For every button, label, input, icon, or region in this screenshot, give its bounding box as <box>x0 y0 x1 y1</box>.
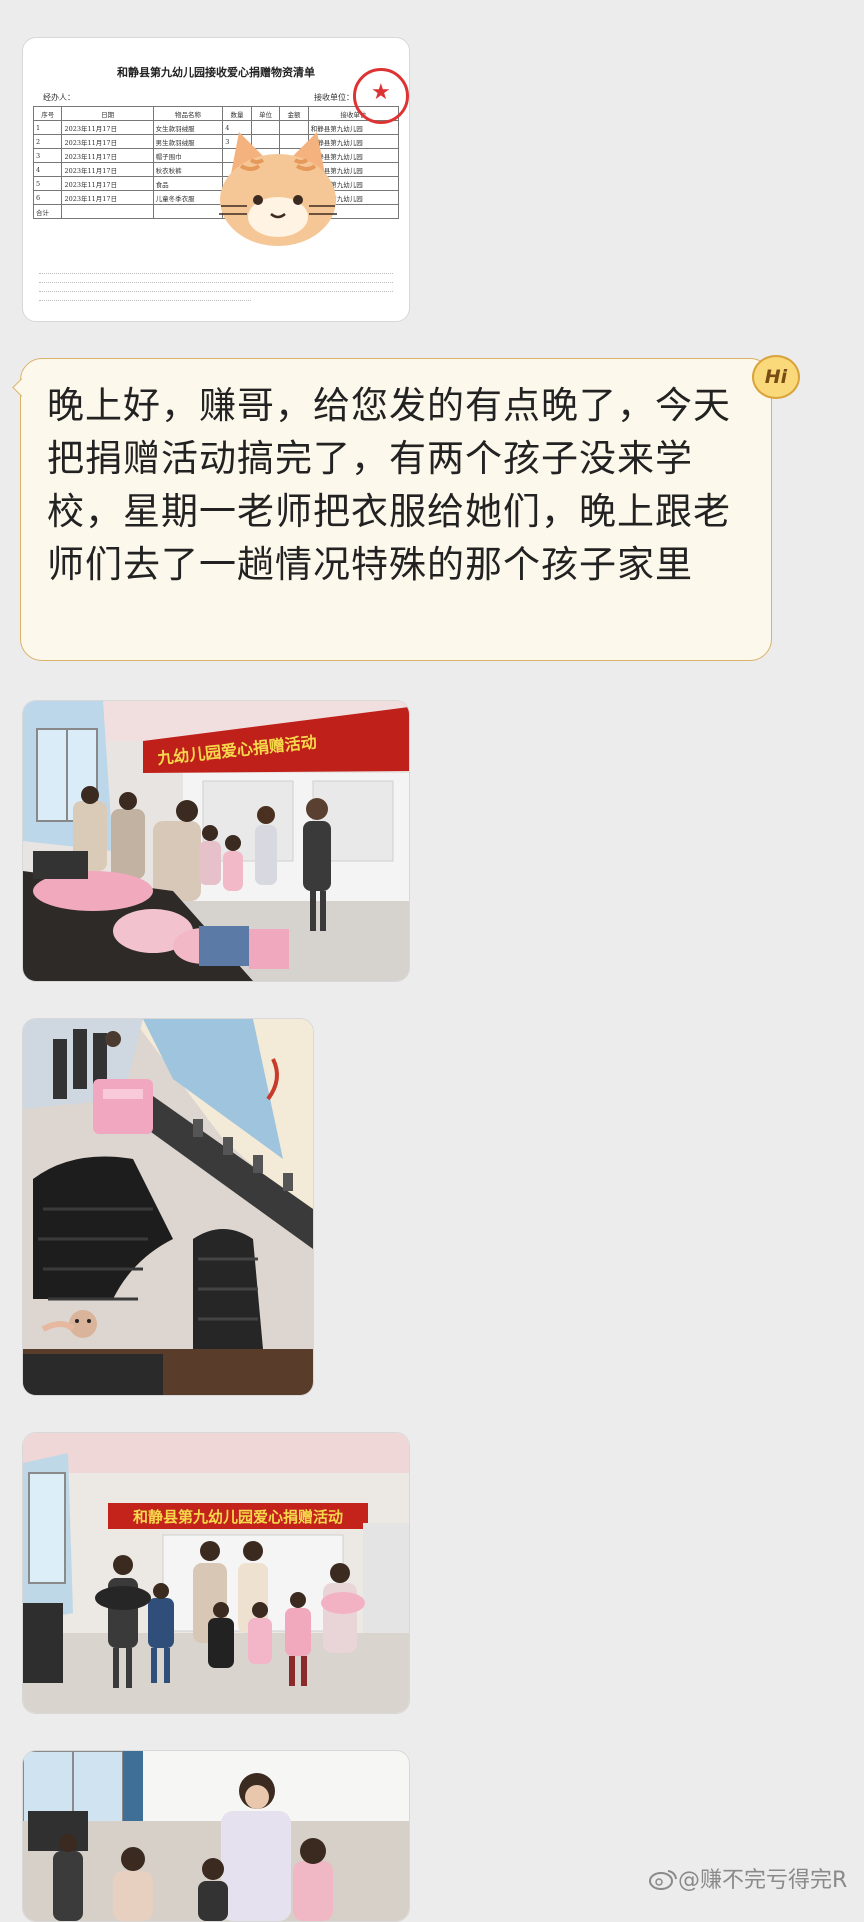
photo-donated-jackets[interactable] <box>22 1018 314 1396</box>
classroom-scene-2: 和静县第九幼儿园爱心捐赠活动 <box>23 1433 409 1713</box>
jackets-scene <box>23 1019 313 1395</box>
cat-sticker-icon <box>219 132 337 246</box>
banner-text-2: 和静县第九幼儿园爱心捐赠活动 <box>133 1508 343 1526</box>
watermark-text: @赚不完亏得完R <box>678 1868 848 1893</box>
weibo-watermark: @赚不完亏得完R <box>648 1862 847 1894</box>
table-cell: 2023年11月17日 <box>61 148 154 163</box>
document-body-text <box>39 268 393 301</box>
bubble-tail <box>12 378 31 397</box>
table-cell: 6 <box>32 190 63 205</box>
table-cell: 2023年11月17日 <box>61 190 154 205</box>
red-seal-icon: ★ <box>353 68 409 124</box>
table-header-cell: 金额 <box>279 106 309 121</box>
table-cell: 2023年11月17日 <box>61 176 154 191</box>
weibo-logo-icon <box>649 1870 677 1890</box>
table-cell: 2 <box>32 134 63 149</box>
table-header-cell: 日期 <box>61 106 154 121</box>
table-header-cell: 物品名称 <box>152 106 224 121</box>
document-recorder: 经办人： <box>43 93 75 102</box>
table-header-cell: 序号 <box>32 106 63 121</box>
table-cell: 2023年11月17日 <box>61 134 154 149</box>
table-cell: 5 <box>32 176 63 191</box>
message-bubble[interactable]: 晚上好，赚哥，给您发的有点晚了，今天把捐赠活动搞完了，有两个孩子没来学校，星期一… <box>12 358 772 661</box>
message-text: 晚上好，赚哥，给您发的有点晚了，今天把捐赠活动搞完了，有两个孩子没来学校，星期一… <box>47 384 731 586</box>
table-cell: 2023年11月17日 <box>61 120 154 135</box>
photo-teacher-with-children[interactable] <box>22 1750 410 1922</box>
classroom-scene-3 <box>23 1751 409 1921</box>
document-title: 和静县第九幼儿园接收爱心捐赠物资清单 <box>117 66 315 79</box>
donation-list-image[interactable]: 和静县第九幼儿园接收爱心捐赠物资清单 经办人： 接收单位： 序号 日期 物品名称 数量… <box>22 37 410 322</box>
document-receiver: 接收单位： <box>314 93 354 102</box>
photo-donation-event-2[interactable]: 和静县第九幼儿园爱心捐赠活动 <box>22 1432 410 1714</box>
photo-donation-event-1[interactable]: 九幼儿园爱心捐赠活动 <box>22 700 410 982</box>
table-header-cell: 数量 <box>222 106 252 121</box>
table-cell: 1 <box>32 120 63 135</box>
table-header-cell: 单位 <box>250 106 281 121</box>
hi-badge-icon: Hi <box>752 355 800 399</box>
table-cell: 2023年11月17日 <box>61 162 154 177</box>
total-label: 合计 <box>32 204 63 219</box>
classroom-scene-1: 九幼儿园爱心捐赠活动 <box>23 701 409 981</box>
table-cell: 4 <box>32 162 63 177</box>
table-cell: 3 <box>32 148 63 163</box>
